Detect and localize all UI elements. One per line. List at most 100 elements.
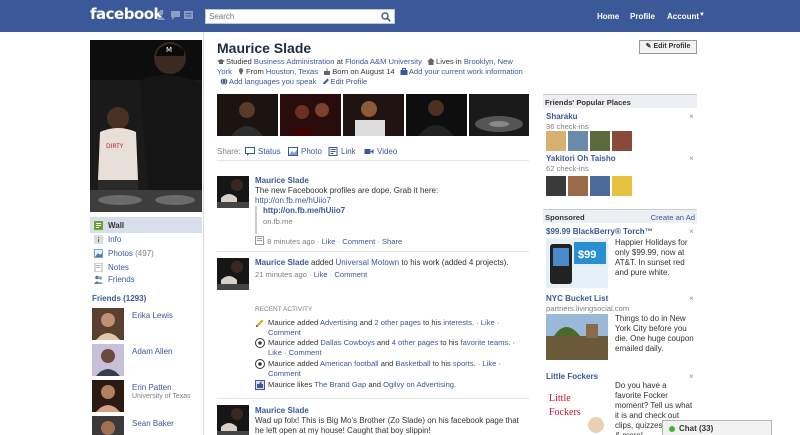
chat-bar[interactable]: Chat (33) <box>662 420 772 435</box>
sport-link[interactable]: Basketball <box>396 359 431 368</box>
friend-name[interactable]: Erika Lewis <box>132 311 173 320</box>
add-languages-link[interactable]: Add languages you speak <box>229 77 316 86</box>
like-link[interactable]: Like <box>314 270 328 279</box>
hometown-link[interactable]: Houston, Texas <box>266 67 318 76</box>
search-box[interactable] <box>205 9 395 24</box>
friend-thumb[interactable] <box>568 176 588 196</box>
comment-link[interactable]: Comment <box>268 328 301 337</box>
strip-photo[interactable] <box>217 94 278 136</box>
search-input[interactable] <box>206 10 376 23</box>
friend-requests-icon[interactable] <box>157 10 168 20</box>
interest-link[interactable]: Advertising <box>320 318 358 327</box>
comment-link[interactable]: Comment <box>342 237 375 246</box>
friend-thumb[interactable] <box>612 176 632 196</box>
nav-account-menu[interactable]: Account <box>667 12 699 21</box>
friend-avatar[interactable] <box>92 344 124 376</box>
team-link[interactable]: Dallas Cowboys <box>320 338 374 347</box>
like-link[interactable]: Like <box>482 359 496 368</box>
post-author-avatar[interactable] <box>217 176 249 208</box>
friend-thumb[interactable] <box>546 176 566 196</box>
friend-name[interactable]: Sean Baker <box>132 419 174 428</box>
attachment-title[interactable]: http://on.fb.me/hUiio7 <box>263 206 455 215</box>
post-author-avatar[interactable] <box>217 405 249 435</box>
strip-photo[interactable] <box>469 94 529 136</box>
friends-header[interactable]: Friends (1293) <box>92 294 146 303</box>
comment-link[interactable]: Comment <box>268 369 301 378</box>
post-timestamp[interactable]: 21 minutes ago <box>255 270 307 279</box>
universal-motown-link[interactable]: Universal Motown <box>336 258 400 267</box>
other-pages-link[interactable]: 4 other pages <box>392 338 438 347</box>
strip-photo[interactable] <box>343 94 404 136</box>
friend-item[interactable]: Erika Lewis <box>92 308 202 340</box>
share-video-button[interactable]: Video <box>364 147 397 156</box>
friend-thumb[interactable] <box>612 131 632 151</box>
share-link-button[interactable]: Link <box>328 147 356 156</box>
ad-image[interactable]: $99 <box>546 238 608 288</box>
ad-image[interactable]: Little Fockers <box>546 383 608 435</box>
post-author-avatar[interactable] <box>217 258 249 290</box>
strip-photo[interactable] <box>406 94 467 136</box>
friend-name[interactable]: Adam Allen <box>132 347 172 356</box>
comment-link[interactable]: Comment <box>289 348 322 357</box>
share-photo-button[interactable]: Photo <box>288 147 322 156</box>
share-status-button[interactable]: Status <box>245 147 281 156</box>
ad-title[interactable]: $99.99 BlackBerry® Torch™ <box>546 227 653 236</box>
place-name[interactable]: Yakitori Oh Taisho <box>546 154 616 163</box>
friend-thumb[interactable] <box>568 131 588 151</box>
like-link[interactable]: Like <box>268 348 282 357</box>
chevron-down-icon[interactable]: ▼ <box>699 12 705 18</box>
comment-link[interactable]: Comment <box>334 270 367 279</box>
other-pages-link[interactable]: 2 other pages <box>374 318 420 327</box>
ad-image[interactable] <box>546 314 608 360</box>
search-icon[interactable] <box>381 12 391 22</box>
edit-profile-button[interactable]: ✎ Edit Profile <box>639 40 697 54</box>
create-ad-link[interactable]: Create an Ad <box>651 213 695 222</box>
sports-link[interactable]: sports <box>453 359 474 368</box>
share-link[interactable]: Share <box>382 237 402 246</box>
close-icon[interactable]: × <box>689 294 694 303</box>
edit-profile-link[interactable]: Edit Profile <box>331 77 368 86</box>
interests-link[interactable]: interests <box>443 318 472 327</box>
friend-thumb[interactable] <box>590 176 610 196</box>
messages-icon[interactable] <box>170 10 181 20</box>
post-author-name[interactable]: Maurice Slade <box>255 258 309 267</box>
place-name[interactable]: Sharaku <box>546 112 578 121</box>
close-icon[interactable]: × <box>689 112 694 121</box>
add-work-link[interactable]: Add your current work information <box>409 67 523 76</box>
link-attachment[interactable]: http://on.fb.me/hUiio7 on.fb.me <box>255 206 455 234</box>
school-link[interactable]: Florida A&M University <box>345 57 422 66</box>
friend-thumb[interactable] <box>546 131 566 151</box>
studied-subject-link[interactable]: Business Administration <box>254 57 335 66</box>
chat-label[interactable]: Chat (33) <box>679 424 713 433</box>
friend-item[interactable]: Erin Patten University of Texas <box>92 380 202 412</box>
friend-name[interactable]: Erin Patten <box>132 383 172 392</box>
sidebar-item-friends[interactable]: Friends <box>90 271 202 287</box>
nav-profile-link[interactable]: Profile <box>630 12 655 21</box>
ad-title[interactable]: NYC Bucket List <box>546 294 608 303</box>
post-author-name[interactable]: Maurice Slade <box>255 406 309 415</box>
post-link[interactable]: http://on.fb.me/hUiio7 <box>255 196 331 205</box>
friend-avatar[interactable] <box>92 416 124 435</box>
favorite-teams-link[interactable]: favorite teams <box>461 338 509 347</box>
strip-photo[interactable] <box>280 94 341 136</box>
sport-link[interactable]: American football <box>320 359 379 368</box>
notifications-icon[interactable] <box>183 10 194 20</box>
page-link[interactable]: Ogilvy on Advertising <box>383 380 454 389</box>
close-icon[interactable]: × <box>689 154 694 163</box>
like-link[interactable]: Like <box>481 318 495 327</box>
close-icon[interactable]: × <box>689 372 694 381</box>
like-link[interactable]: Like <box>322 237 336 246</box>
profile-picture[interactable]: M DIRTY <box>90 40 202 212</box>
nav-home-link[interactable]: Home <box>597 12 619 21</box>
friend-avatar[interactable] <box>92 380 124 412</box>
close-icon[interactable]: × <box>689 227 694 236</box>
post-author-name[interactable]: Maurice Slade <box>255 176 309 185</box>
ad-title[interactable]: Little Fockers <box>546 372 598 381</box>
friend-thumb[interactable] <box>590 131 610 151</box>
facebook-logo[interactable]: facebook <box>90 5 164 23</box>
friend-avatar[interactable] <box>92 308 124 340</box>
page-link[interactable]: The Brand Gap <box>314 380 366 389</box>
friend-item[interactable]: Adam Allen <box>92 344 202 376</box>
friend-item[interactable]: Sean Baker <box>92 416 202 435</box>
post-timestamp[interactable]: 8 minutes ago <box>267 237 315 246</box>
